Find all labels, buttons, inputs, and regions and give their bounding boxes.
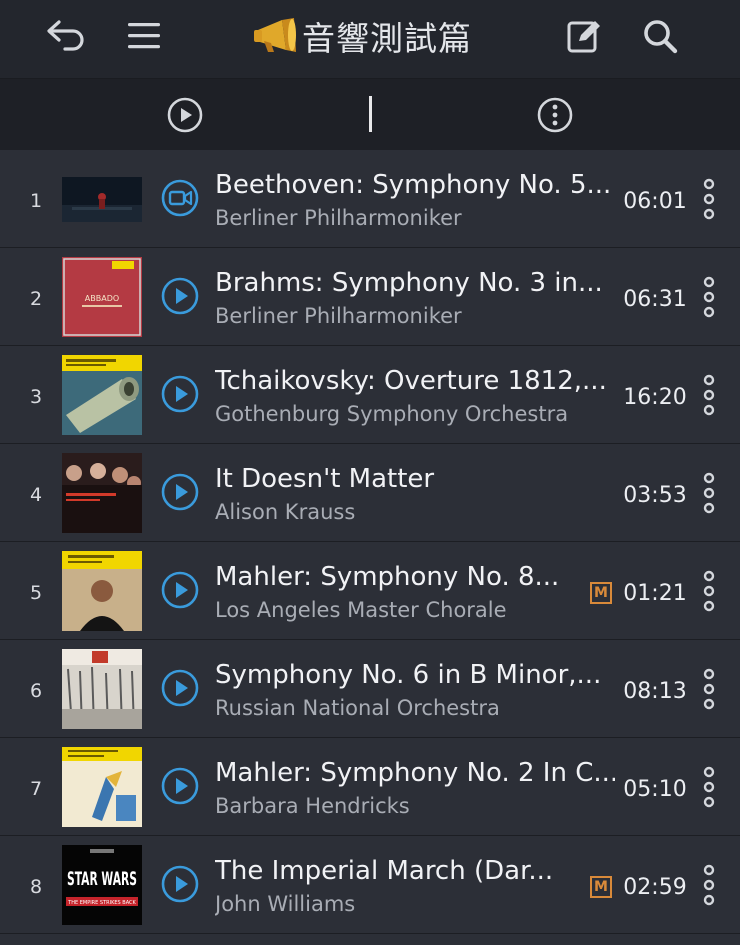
track-row[interactable]: 3 Tchaikovsky: Overture 1812,... Gothenb… xyxy=(0,346,740,444)
track-duration: 01:21 xyxy=(623,581,687,606)
album-art xyxy=(62,747,142,827)
track-title: Mahler: Symphony No. 2 In C... xyxy=(215,758,615,788)
track-duration: 08:13 xyxy=(623,679,687,704)
track-duration: 03:53 xyxy=(623,483,687,508)
track-duration: 06:31 xyxy=(623,287,687,312)
edit-icon[interactable] xyxy=(562,14,606,58)
track-row[interactable]: 5 Mahler: Symphony No. 8... Los Angeles … xyxy=(0,542,740,640)
more-options-icon[interactable] xyxy=(697,472,721,514)
track-number: 7 xyxy=(29,778,43,800)
track-title: Brahms: Symphony No. 3 in... xyxy=(215,268,603,298)
page-title: 音響測試篇 xyxy=(252,14,472,64)
track-duration: 16:20 xyxy=(623,385,687,410)
track-duration: 02:59 xyxy=(623,875,687,900)
track-row[interactable]: 8 STAR WARS THE EMPIRE STRIKES BACK The I… xyxy=(0,836,740,934)
more-options-icon[interactable] xyxy=(697,178,721,220)
track-artist: Barbara Hendricks xyxy=(215,794,410,818)
album-art xyxy=(62,177,142,222)
search-icon[interactable] xyxy=(638,14,682,58)
track-number: 3 xyxy=(29,386,43,408)
title-text: 音響測試篇 xyxy=(302,19,472,58)
more-options-icon[interactable] xyxy=(697,766,721,808)
track-list: 1 Beethoven: Symphony No. 5... Berliner … xyxy=(0,150,740,934)
play-icon[interactable] xyxy=(160,374,200,414)
album-art xyxy=(62,453,142,533)
top-bar: 音響測試篇 xyxy=(0,0,740,79)
play-circle-icon[interactable] xyxy=(163,93,207,137)
track-artist: John Williams xyxy=(215,892,356,916)
album-art: STAR WARS THE EMPIRE STRIKES BACK xyxy=(62,845,142,925)
track-number: 6 xyxy=(29,680,43,702)
track-artist: Berliner Philharmoniker xyxy=(215,206,462,230)
track-row[interactable]: 1 Beethoven: Symphony No. 5... Berliner … xyxy=(0,150,740,248)
play-icon[interactable] xyxy=(160,766,200,806)
track-title: Tchaikovsky: Overture 1812,... xyxy=(215,366,607,396)
megaphone-icon xyxy=(252,16,298,56)
album-art: ABBADO xyxy=(62,257,142,337)
track-row[interactable]: 7 Mahler: Symphony No. 2 In C... Barbara… xyxy=(0,738,740,836)
divider xyxy=(369,96,372,132)
cover-subtext: THE EMPIRE STRIKES BACK xyxy=(67,900,136,906)
track-artist: Alison Krauss xyxy=(215,500,356,524)
track-title: Symphony No. 6 in B Minor,... xyxy=(215,660,602,690)
track-artist: Berliner Philharmoniker xyxy=(215,304,462,328)
menu-icon[interactable] xyxy=(122,14,166,58)
cover-text: ABBADO xyxy=(85,294,119,303)
more-options-icon[interactable] xyxy=(697,374,721,416)
more-options-icon[interactable] xyxy=(697,668,721,710)
cover-text: STAR WARS xyxy=(67,868,137,890)
video-icon[interactable] xyxy=(160,178,200,218)
play-icon[interactable] xyxy=(160,570,200,610)
more-options-icon[interactable] xyxy=(697,864,721,906)
album-art xyxy=(62,551,142,631)
track-title: It Doesn't Matter xyxy=(215,464,435,494)
play-icon[interactable] xyxy=(160,472,200,512)
more-vertical-circle-icon[interactable] xyxy=(533,93,577,137)
track-row[interactable]: 2 ABBADO Brahms: Symphony No. 3 in... Be… xyxy=(0,248,740,346)
track-number: 5 xyxy=(29,582,43,604)
track-artist: Los Angeles Master Chorale xyxy=(215,598,507,622)
more-options-icon[interactable] xyxy=(697,570,721,612)
track-number: 4 xyxy=(29,484,43,506)
mqa-badge: M xyxy=(590,876,612,898)
track-artist: Russian National Orchestra xyxy=(215,696,500,720)
track-title: Beethoven: Symphony No. 5... xyxy=(215,170,612,200)
track-number: 2 xyxy=(29,288,43,310)
track-duration: 05:10 xyxy=(623,777,687,802)
play-icon[interactable] xyxy=(160,864,200,904)
play-icon[interactable] xyxy=(160,668,200,708)
play-icon[interactable] xyxy=(160,276,200,316)
track-row[interactable]: 4 It Doesn't Matter Alison Krauss 03:53 xyxy=(0,444,740,542)
track-title: The Imperial March (Dar... xyxy=(215,856,554,886)
action-bar xyxy=(0,79,740,150)
track-duration: 06:01 xyxy=(623,189,687,214)
track-row[interactable]: 6 Symphony No. 6 in B Minor,... Russian … xyxy=(0,640,740,738)
track-number: 8 xyxy=(29,876,43,898)
track-title: Mahler: Symphony No. 8... xyxy=(215,562,560,592)
back-arrow-icon[interactable] xyxy=(44,14,88,58)
album-art xyxy=(62,355,142,435)
mqa-badge: M xyxy=(590,582,612,604)
more-options-icon[interactable] xyxy=(697,276,721,318)
album-art xyxy=(62,649,142,729)
track-artist: Gothenburg Symphony Orchestra xyxy=(215,402,569,426)
track-number: 1 xyxy=(29,190,43,212)
